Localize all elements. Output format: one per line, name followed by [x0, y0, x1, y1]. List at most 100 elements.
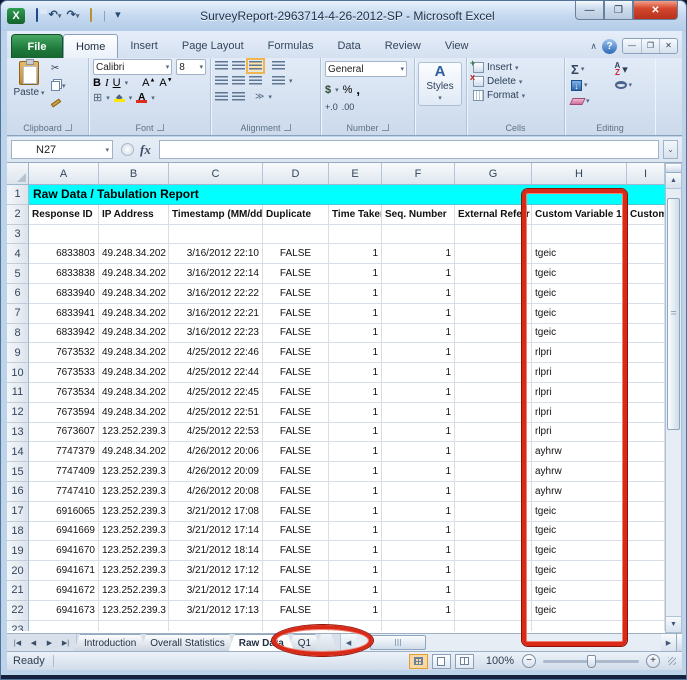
- cell[interactable]: 6833838: [29, 264, 99, 284]
- cell[interactable]: 1: [382, 284, 455, 304]
- column-header-B[interactable]: B: [99, 163, 169, 185]
- cell[interactable]: [455, 442, 532, 462]
- cell[interactable]: 1: [382, 522, 455, 542]
- cell[interactable]: [627, 324, 665, 344]
- row-header-17[interactable]: 17: [7, 502, 29, 522]
- cell[interactable]: 1: [382, 403, 455, 423]
- row-header-22[interactable]: 22: [7, 601, 29, 621]
- cell[interactable]: 6941672: [29, 581, 99, 601]
- cell[interactable]: [29, 225, 99, 245]
- ribbon-tab-view[interactable]: View: [433, 34, 481, 58]
- ribbon-tab-home[interactable]: Home: [63, 34, 118, 58]
- cell[interactable]: [455, 225, 532, 245]
- cell[interactable]: [627, 403, 665, 423]
- cell[interactable]: 123.252.239.3: [99, 423, 169, 443]
- cell[interactable]: 3/16/2012 22:14: [169, 264, 263, 284]
- currency-button[interactable]: $: [325, 84, 331, 96]
- ribbon-tab-page-layout[interactable]: Page Layout: [170, 34, 256, 58]
- cell[interactable]: 7747379: [29, 442, 99, 462]
- bold-button[interactable]: B: [93, 77, 101, 89]
- cell[interactable]: [627, 343, 665, 363]
- cell[interactable]: [455, 403, 532, 423]
- percent-button[interactable]: %: [343, 84, 353, 96]
- cell[interactable]: FALSE: [263, 244, 329, 264]
- row-header-12[interactable]: 12: [7, 403, 29, 423]
- cell[interactable]: 1: [382, 423, 455, 443]
- ribbon-tab-review[interactable]: Review: [373, 34, 433, 58]
- wrap-text-icon[interactable]: ≫: [255, 91, 264, 102]
- cell[interactable]: 3/21/2012 17:14: [169, 522, 263, 542]
- vertical-scrollbar[interactable]: ▲ ▼: [665, 163, 682, 633]
- cell[interactable]: [382, 621, 455, 631]
- fill-button[interactable]: ↓▾: [571, 78, 607, 92]
- cell[interactable]: 123.252.239.3: [99, 541, 169, 561]
- expand-formula-bar-button[interactable]: ⌄: [663, 140, 678, 159]
- cell[interactable]: 1: [382, 502, 455, 522]
- resize-grip[interactable]: [668, 657, 676, 665]
- cell[interactable]: FALSE: [263, 343, 329, 363]
- cell[interactable]: Time Taken: [329, 205, 382, 225]
- cell[interactable]: [627, 621, 665, 631]
- name-box[interactable]: N27▾: [11, 140, 113, 159]
- cell[interactable]: [627, 244, 665, 264]
- find-select-button[interactable]: ▾: [615, 78, 650, 92]
- cell[interactable]: Timestamp (MM/dd: [169, 205, 263, 225]
- cut-button[interactable]: ✂: [50, 61, 72, 76]
- cell[interactable]: 1: [382, 541, 455, 561]
- cell[interactable]: [627, 541, 665, 561]
- save-button[interactable]: [30, 8, 44, 24]
- cell[interactable]: FALSE: [263, 403, 329, 423]
- row-header-23[interactable]: 23: [7, 621, 29, 631]
- cell[interactable]: 4/25/2012 22:53: [169, 423, 263, 443]
- cell[interactable]: 49.248.34.202: [99, 264, 169, 284]
- cell[interactable]: 1: [329, 284, 382, 304]
- cell[interactable]: 6833940: [29, 284, 99, 304]
- vertical-scroll-thumb[interactable]: [667, 198, 680, 430]
- cell[interactable]: 1: [382, 561, 455, 581]
- cell[interactable]: 7673594: [29, 403, 99, 423]
- row-header-14[interactable]: 14: [7, 442, 29, 462]
- row-header-9[interactable]: 9: [7, 343, 29, 363]
- copy-button[interactable]: ▾: [50, 78, 72, 93]
- zoom-in-button[interactable]: +: [646, 654, 660, 668]
- align-top-icon[interactable]: [215, 61, 228, 71]
- cell[interactable]: [455, 462, 532, 482]
- font-name-select[interactable]: Calibri▾: [93, 59, 172, 75]
- cell[interactable]: 7673534: [29, 383, 99, 403]
- zoom-slider[interactable]: [543, 660, 639, 663]
- workbook-close-button[interactable]: ✕: [659, 39, 677, 53]
- cell[interactable]: 49.248.34.202: [99, 324, 169, 344]
- row-header-8[interactable]: 8: [7, 324, 29, 344]
- cell[interactable]: 1: [329, 601, 382, 621]
- prev-sheet-button[interactable]: ◀: [26, 639, 41, 647]
- cell[interactable]: [627, 601, 665, 621]
- cell[interactable]: External Referr: [455, 205, 532, 225]
- cell[interactable]: Duplicate: [263, 205, 329, 225]
- cell[interactable]: 49.248.34.202: [99, 284, 169, 304]
- cell[interactable]: 123.252.239.3: [99, 561, 169, 581]
- cell[interactable]: 3/16/2012 22:23: [169, 324, 263, 344]
- delete-cells-button[interactable]: Delete▾: [473, 76, 558, 87]
- cell[interactable]: 7673532: [29, 343, 99, 363]
- cell[interactable]: 1: [382, 581, 455, 601]
- cell[interactable]: [455, 264, 532, 284]
- cell[interactable]: 123.252.239.3: [99, 522, 169, 542]
- cell[interactable]: 1: [329, 383, 382, 403]
- align-center-icon[interactable]: [232, 76, 245, 86]
- horizontal-scroll-thumb[interactable]: [370, 635, 426, 650]
- cell[interactable]: 3/21/2012 18:14: [169, 541, 263, 561]
- cell[interactable]: 1: [329, 324, 382, 344]
- cell[interactable]: [455, 502, 532, 522]
- cell[interactable]: [627, 482, 665, 502]
- cell[interactable]: 1: [329, 462, 382, 482]
- cell[interactable]: 4/25/2012 22:46: [169, 343, 263, 363]
- cell[interactable]: 1: [329, 304, 382, 324]
- help-icon[interactable]: ?: [602, 39, 617, 54]
- cell[interactable]: [99, 621, 169, 631]
- sort-filter-button[interactable]: AZ▾: [615, 62, 650, 76]
- cell[interactable]: 7673607: [29, 423, 99, 443]
- workbook-minimize-button[interactable]: —: [623, 39, 641, 53]
- cell[interactable]: 123.252.239.3: [99, 601, 169, 621]
- cell[interactable]: [627, 502, 665, 522]
- row-header-13[interactable]: 13: [7, 423, 29, 443]
